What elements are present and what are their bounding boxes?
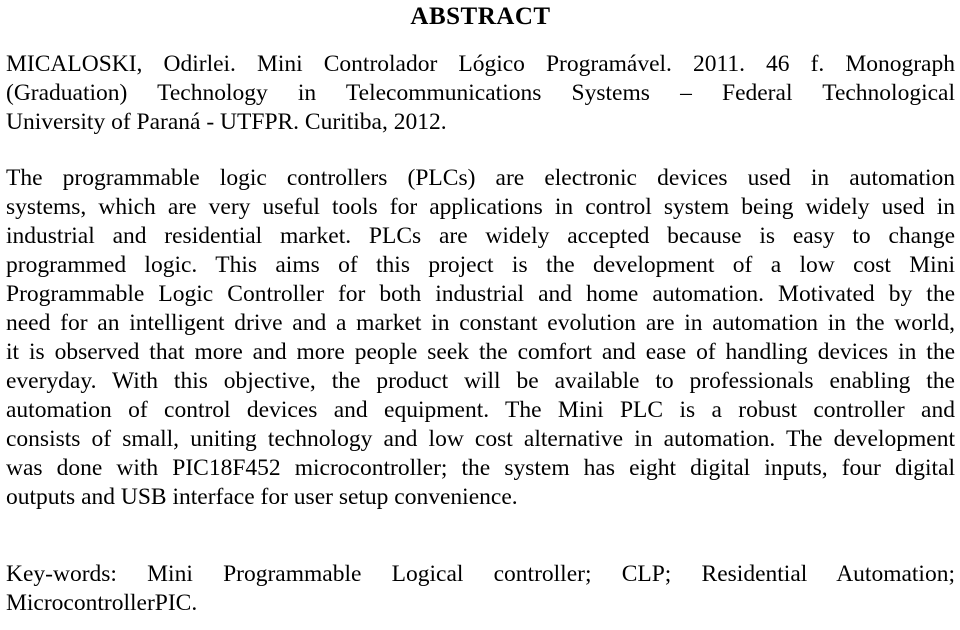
abstract-line: need for an intelligent drive and a mark… bbox=[6, 310, 955, 336]
abstract-line: consists of small, uniting technology an… bbox=[6, 426, 955, 452]
citation-line: MICALOSKI, Odirlei. Mini Controlador Lóg… bbox=[6, 51, 955, 77]
abstract-line: everyday. With this objective, the produ… bbox=[6, 368, 955, 394]
abstract-page: ABSTRACT MICALOSKI, Odirlei. Mini Contro… bbox=[0, 2, 960, 630]
abstract-body: The programmable logic controllers (PLCs… bbox=[6, 164, 955, 512]
abstract-line: it is observed that more and more people… bbox=[6, 339, 955, 365]
abstract-line: was done with PIC18F452 microcontroller;… bbox=[6, 455, 955, 481]
page-title: ABSTRACT bbox=[410, 3, 551, 30]
abstract-line: Programmable Logic Controller for both i… bbox=[6, 281, 955, 307]
abstract-line: outputs and USB interface for user setup… bbox=[6, 484, 518, 510]
citation-line: University of Paraná - UTFPR. Curitiba, … bbox=[6, 109, 447, 135]
keywords-block: Key-words: Mini Programmable Logical con… bbox=[6, 560, 955, 618]
abstract-line: automation of control devices and equipm… bbox=[6, 397, 955, 423]
abstract-line: The programmable logic controllers (PLCs… bbox=[6, 165, 955, 191]
citation-block: MICALOSKI, Odirlei. Mini Controlador Lóg… bbox=[6, 50, 955, 137]
abstract-line: systems, which are very useful tools for… bbox=[6, 194, 955, 220]
citation-line: (Graduation) Technology in Telecommunica… bbox=[6, 80, 955, 106]
keywords-line: Key-words: Mini Programmable Logical con… bbox=[6, 561, 955, 587]
abstract-line: programmed logic. This aims of this proj… bbox=[6, 252, 955, 278]
keywords-line: MicrocontrollerPIC. bbox=[6, 590, 198, 616]
abstract-line: industrial and residential market. PLCs … bbox=[6, 223, 955, 249]
